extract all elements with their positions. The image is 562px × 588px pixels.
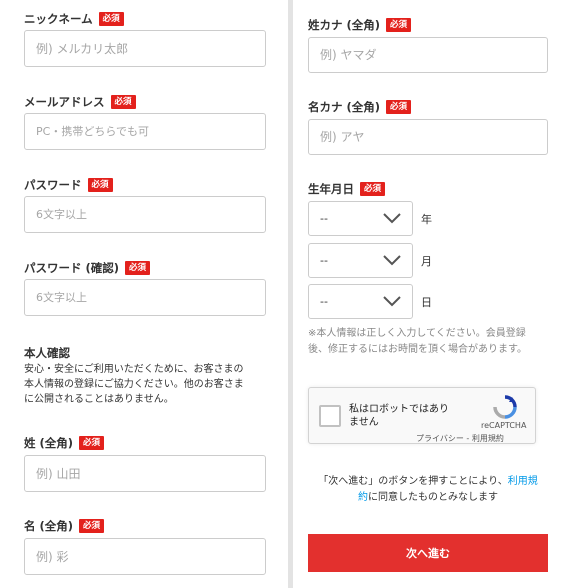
recaptcha-links: プライバシー - 利用規約 [416,433,504,444]
required-badge: 必須 [386,100,412,114]
day-unit: 日 [421,296,432,309]
year-unit: 年 [421,213,432,226]
chevron-down-icon [383,296,401,307]
birth-year-select[interactable]: -- [308,201,413,236]
required-badge: 必須 [98,12,124,26]
password-confirm-input[interactable] [24,279,266,316]
email-input[interactable] [24,113,266,150]
month-unit: 月 [421,255,432,268]
password-input[interactable] [24,196,266,233]
first-name-kana-label: 名カナ (全角) 必須 [308,99,412,115]
required-badge: 必須 [360,182,386,196]
birth-day-select[interactable]: -- [308,284,413,319]
birth-month-value: -- [320,254,328,267]
email-label: メールアドレス 必須 [24,94,136,110]
birthday-label-text: 生年月日 [308,182,354,196]
consent-text: に同意したものとみなします [368,492,498,503]
terms-link[interactable]: 約 [358,492,368,503]
required-badge: 必須 [87,178,113,192]
nickname-label: ニックネーム 必須 [24,11,124,27]
recaptcha-checkbox[interactable] [319,405,341,427]
consent-text: 「次へ進む」のボタンを押すことにより、 [318,476,508,487]
recaptcha-brand: reCAPTCHA [481,421,527,430]
terms-consent: 「次へ進む」のボタンを押すことにより、利用規 約に同意したものとみなします [308,474,548,506]
last-name-input[interactable] [24,455,266,492]
chevron-down-icon [383,255,401,266]
password-label-text: パスワード [24,178,82,192]
chevron-down-icon [383,213,401,224]
password-label: パスワード 必須 [24,177,113,193]
recaptcha-label-line: 私はロボットではあり [349,404,449,415]
first-name-input[interactable] [24,538,266,575]
recaptcha-terms-link[interactable]: 利用規約 [472,434,504,443]
last-name-kana-label: 姓カナ (全角) 必須 [308,17,412,33]
birth-year-value: -- [320,212,328,225]
nickname-label-text: ニックネーム [24,12,93,26]
first-name-label: 名 (全角) 必須 [24,518,105,534]
recaptcha-widget: 私はロボットではあり ません reCAPTCHA プライバシー - 利用規約 [308,387,536,444]
required-badge: 必須 [110,95,136,109]
recaptcha-logo-icon [492,394,518,424]
identity-note: 安心・安全にご利用いただくために、お客さまの 本人情報の登録にご協力ください。他… [24,362,274,407]
terms-link[interactable]: 利用規 [508,476,538,487]
last-name-label: 姓 (全角) 必須 [24,435,105,451]
birth-day-value: -- [320,295,328,308]
recaptcha-label-line: ません [349,417,379,428]
password-confirm-label-text: パスワード (確認) [24,261,120,275]
first-name-kana-label-text: 名カナ (全角) [308,100,381,114]
last-name-label-text: 姓 (全角) [24,436,74,450]
password-confirm-label: パスワード (確認) 必須 [24,260,151,276]
last-name-kana-input[interactable] [308,37,548,73]
birthday-label: 生年月日 必須 [308,181,386,197]
identity-note-line: 本人情報の登録にご協力ください。他のお客さま [24,379,244,390]
recaptcha-label: 私はロボットではあり ません [349,403,464,429]
left-column: ニックネーム 必須 メールアドレス 必須 パスワード 必須 パスワード (確認)… [0,0,290,588]
required-badge: 必須 [79,519,105,533]
identity-heading: 本人確認 [24,345,70,361]
next-button[interactable]: 次へ進む [308,534,548,572]
required-badge: 必須 [79,436,105,450]
birthday-note: ※本人情報は正しく入力してください。会員登録 後、修正するにはお時間を頂く場合が… [308,326,558,358]
nickname-input[interactable] [24,30,266,67]
recaptcha-link-separator: - [463,434,472,443]
first-name-kana-input[interactable] [308,119,548,155]
identity-note-line: 安心・安全にご利用いただくために、お客さまの [24,364,244,375]
email-label-text: メールアドレス [24,95,105,109]
identity-heading-text: 本人確認 [24,346,70,360]
birthday-note-line: ※本人情報は正しく入力してください。会員登録 [308,328,526,339]
first-name-label-text: 名 (全角) [24,519,74,533]
birthday-note-line: 後、修正するにはお時間を頂く場合があります。 [308,344,527,355]
identity-note-line: に公開されることはありません。 [24,394,174,405]
required-badge: 必須 [386,18,412,32]
right-column: 姓カナ (全角) 必須 名カナ (全角) 必須 生年月日 必須 -- 年 -- … [293,0,562,588]
birth-month-select[interactable]: -- [308,243,413,278]
recaptcha-privacy-link[interactable]: プライバシー [416,434,464,443]
last-name-kana-label-text: 姓カナ (全角) [308,18,381,32]
required-badge: 必須 [125,261,151,275]
